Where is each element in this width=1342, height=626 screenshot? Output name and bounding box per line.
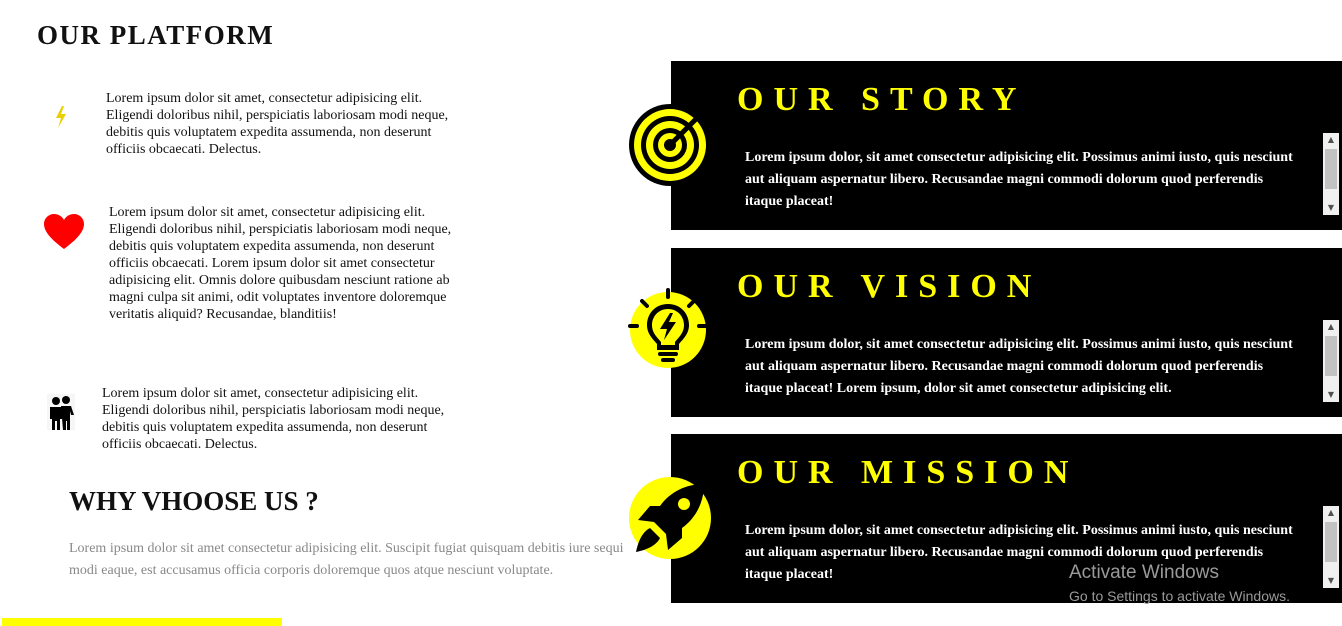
feature-text-3: Lorem ipsum dolor sit amet, consectetur … — [102, 386, 445, 452]
activate-windows-title: Activate Windows — [1069, 562, 1219, 583]
mission-title: OUR MISSION — [737, 454, 1079, 491]
scroll-up-arrow-icon[interactable]: ▲ — [1323, 320, 1339, 334]
story-card: OUR STORY Lorem ipsum dolor, sit amet co… — [671, 61, 1342, 230]
scroll-up-arrow-icon[interactable]: ▲ — [1323, 133, 1339, 147]
story-text: Lorem ipsum dolor, sit amet consectetur … — [745, 150, 1293, 209]
mission-scrollbar[interactable]: ▲ ▼ — [1323, 506, 1339, 588]
why-choose-us-title: WHY VHOOSE US ? — [69, 486, 319, 516]
lightning-bolt-icon — [54, 106, 68, 128]
heart-icon — [44, 214, 84, 250]
scroll-thumb[interactable] — [1325, 149, 1337, 189]
target-icon — [628, 103, 712, 187]
scroll-down-arrow-icon[interactable]: ▼ — [1323, 574, 1339, 588]
why-choose-us-text: Lorem ipsum dolor sit amet consectetur a… — [69, 541, 624, 578]
feature-text-1: Lorem ipsum dolor sit amet, consectetur … — [106, 91, 449, 157]
people-icon — [47, 394, 75, 430]
story-title: OUR STORY — [737, 81, 1027, 118]
feature-text-2: Lorem ipsum dolor sit amet, consectetur … — [109, 205, 452, 322]
story-scrollbar[interactable]: ▲ ▼ — [1323, 133, 1339, 215]
activate-windows-subtitle: Go to Settings to activate Windows. — [1069, 588, 1290, 604]
accent-bar — [2, 618, 282, 626]
scroll-down-arrow-icon[interactable]: ▼ — [1323, 201, 1339, 215]
vision-card: OUR VISION Lorem ipsum dolor, sit amet c… — [671, 248, 1342, 417]
rocket-icon — [628, 476, 712, 560]
vision-text: Lorem ipsum dolor, sit amet consectetur … — [745, 337, 1293, 396]
scroll-thumb[interactable] — [1325, 522, 1337, 562]
scroll-thumb[interactable] — [1325, 336, 1337, 376]
scroll-up-arrow-icon[interactable]: ▲ — [1323, 506, 1339, 520]
platform-title: OUR PLATFORM — [37, 20, 275, 50]
vision-scrollbar[interactable]: ▲ ▼ — [1323, 320, 1339, 402]
vision-title: OUR VISION — [737, 268, 1042, 305]
lightbulb-icon — [628, 288, 712, 372]
activate-windows-watermark: Activate Windows Go to Settings to activ… — [1069, 562, 1290, 606]
scroll-down-arrow-icon[interactable]: ▼ — [1323, 388, 1339, 402]
